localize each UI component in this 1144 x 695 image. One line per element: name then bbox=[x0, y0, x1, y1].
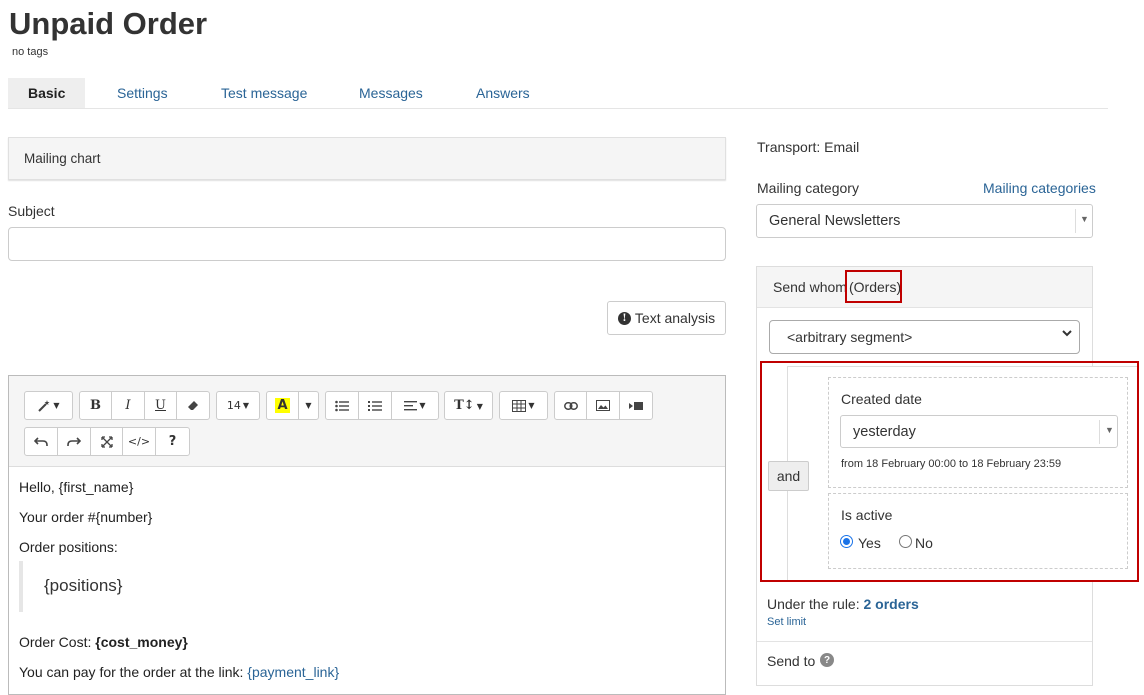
positions-placeholder: {positions} bbox=[44, 576, 123, 595]
mailing-chart-panel[interactable]: Mailing chart bbox=[8, 137, 726, 180]
order-cost-value: {cost_money} bbox=[95, 634, 188, 650]
insert-group bbox=[554, 391, 653, 420]
tab-settings[interactable]: Settings bbox=[117, 78, 168, 108]
image-icon bbox=[596, 400, 610, 411]
rule-summary: Under the rule: 2 orders bbox=[767, 596, 919, 612]
send-to-label: Send to bbox=[767, 653, 816, 669]
font-style-group: B I U bbox=[79, 391, 210, 420]
tab-messages[interactable]: Messages bbox=[359, 78, 423, 108]
text-height-button[interactable]: T↕ ▼ bbox=[445, 392, 492, 419]
highlight-button[interactable]: A bbox=[267, 392, 299, 419]
send-whom-label: Send whom bbox=[773, 279, 847, 295]
mailing-categories-link[interactable]: Mailing categories bbox=[983, 180, 1096, 196]
image-button[interactable] bbox=[587, 392, 620, 419]
info-icon: ! bbox=[617, 311, 631, 325]
misc-group: </> ? bbox=[24, 427, 190, 456]
tags-label: no tags bbox=[12, 46, 49, 58]
align-icon bbox=[404, 401, 418, 411]
orders-highlight-box bbox=[845, 270, 902, 303]
send-whom-header: Send whom (Orders) bbox=[757, 267, 1092, 308]
order-positions-line: Order positions: bbox=[19, 539, 118, 555]
payment-link[interactable]: {payment_link} bbox=[247, 664, 339, 680]
align-button[interactable]: ▼ bbox=[392, 392, 438, 419]
tab-test-message[interactable]: Test message bbox=[221, 78, 307, 108]
positions-blockquote: {positions} bbox=[19, 561, 699, 612]
mailing-category-select[interactable]: General Newsletters ▼ bbox=[756, 204, 1093, 238]
undo-button[interactable] bbox=[25, 428, 58, 455]
text-analysis-label: Text analysis bbox=[634, 310, 716, 326]
paragraph-group: ▼ bbox=[325, 391, 439, 420]
redo-button[interactable] bbox=[58, 428, 91, 455]
code-view-button[interactable]: </> bbox=[123, 428, 156, 455]
table-group: ▼ bbox=[499, 391, 548, 420]
tab-basic[interactable]: Basic bbox=[8, 78, 86, 108]
conditions-highlight-box bbox=[760, 361, 1139, 582]
link-button[interactable] bbox=[555, 392, 587, 419]
mailing-category-value: General Newsletters bbox=[769, 213, 901, 229]
message-editor: ▼ B I U 14 ▼ A ▼ ▼ T↕ ▼ ▼ </> ? Hello, {… bbox=[8, 375, 726, 695]
help-button[interactable]: ? bbox=[156, 428, 189, 455]
table-icon bbox=[512, 399, 527, 412]
rule-label: Under the rule: bbox=[767, 596, 864, 612]
eraser-icon bbox=[188, 400, 198, 410]
magic-wand-button[interactable]: ▼ bbox=[25, 392, 72, 419]
table-button[interactable]: ▼ bbox=[500, 392, 547, 419]
segment-select[interactable]: <arbitrary segment> bbox=[769, 320, 1080, 354]
rule-count-link[interactable]: 2 orders bbox=[864, 596, 919, 612]
greeting-line: Hello, {first_name} bbox=[19, 479, 134, 495]
text-height-icon: T↕ bbox=[454, 398, 475, 413]
italic-button[interactable]: I bbox=[112, 392, 145, 419]
mailing-category-label: Mailing category bbox=[757, 180, 859, 196]
set-limit-link[interactable]: Set limit bbox=[767, 616, 806, 628]
mailing-chart-label: Mailing chart bbox=[24, 151, 101, 166]
color-group: A ▼ bbox=[266, 391, 319, 420]
divider bbox=[757, 641, 1092, 642]
chevron-down-icon: ▼ bbox=[1080, 214, 1089, 224]
order-cost-line: Order Cost: {cost_money} bbox=[19, 634, 188, 650]
bold-button[interactable]: B bbox=[80, 392, 112, 419]
undo-icon bbox=[34, 436, 48, 446]
tab-bar: Basic Settings Test message Messages Ans… bbox=[8, 78, 1108, 109]
fullscreen-icon bbox=[100, 435, 113, 448]
page-title: Unpaid Order bbox=[9, 6, 208, 41]
bullet-list-button[interactable] bbox=[326, 392, 359, 419]
order-number-line: Your order #{number} bbox=[19, 509, 153, 525]
magic-wand-icon bbox=[38, 399, 50, 412]
video-icon bbox=[629, 401, 643, 410]
order-cost-label: Order Cost: bbox=[19, 634, 96, 650]
select-divider bbox=[1075, 209, 1076, 233]
font-size-value: 14 bbox=[226, 399, 241, 412]
redo-icon bbox=[67, 436, 81, 446]
tab-answers[interactable]: Answers bbox=[476, 78, 530, 108]
subject-input[interactable] bbox=[8, 227, 726, 261]
payment-line: You can pay for the order at the link: {… bbox=[19, 664, 339, 680]
style-group: ▼ bbox=[24, 391, 73, 420]
subject-label: Subject bbox=[8, 203, 55, 219]
payment-label: You can pay for the order at the link: bbox=[19, 664, 248, 680]
underline-button[interactable]: U bbox=[145, 392, 177, 419]
link-icon bbox=[563, 401, 578, 410]
help-icon[interactable]: ? bbox=[820, 653, 834, 667]
segment-value: <arbitrary segment> bbox=[787, 329, 913, 345]
text-height-group: T↕ ▼ bbox=[444, 391, 493, 420]
transport-label: Transport: Email bbox=[757, 139, 860, 155]
font-size-button[interactable]: 14 ▼ bbox=[217, 392, 259, 419]
highlight-icon: A bbox=[275, 398, 290, 413]
bullet-list-icon bbox=[335, 400, 349, 411]
chevron-down-icon bbox=[1062, 330, 1072, 337]
video-button[interactable] bbox=[620, 392, 652, 419]
font-size-group: 14 ▼ bbox=[216, 391, 260, 420]
numbered-list-icon bbox=[368, 400, 382, 411]
color-dropdown-button[interactable]: ▼ bbox=[299, 392, 318, 419]
text-analysis-button[interactable]: ! Text analysis bbox=[607, 301, 726, 335]
editor-toolbar: ▼ B I U 14 ▼ A ▼ ▼ T↕ ▼ ▼ </> ? bbox=[9, 376, 725, 467]
eraser-button[interactable] bbox=[177, 392, 209, 419]
fullscreen-button[interactable] bbox=[91, 428, 123, 455]
numbered-list-button[interactable] bbox=[359, 392, 392, 419]
